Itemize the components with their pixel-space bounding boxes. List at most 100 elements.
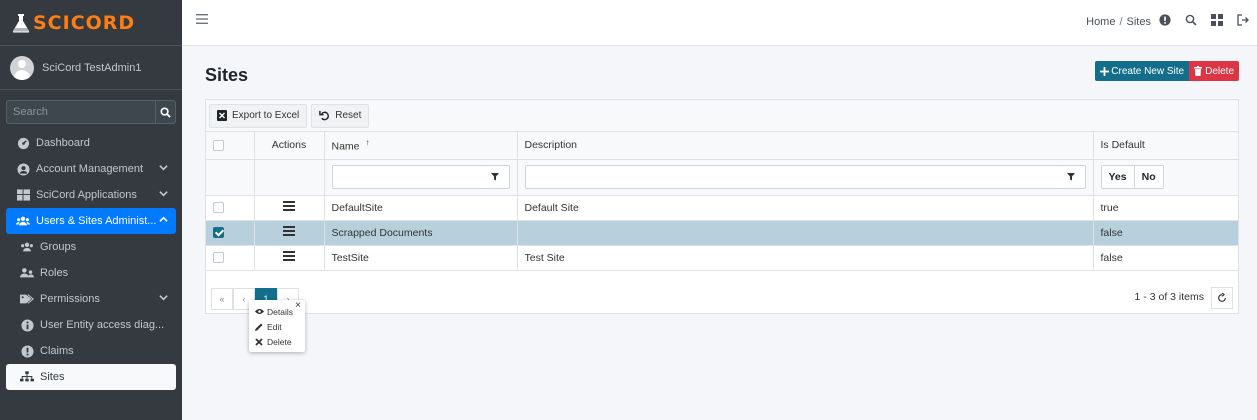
pager: « ‹ 1 › 1 - 3 of 3 items: [206, 283, 1238, 313]
column-header-name[interactable]: Name ↑: [324, 132, 518, 160]
sites-grid: Export to Excel Reset Actions Name ↑ Des…: [205, 99, 1239, 352]
table-row[interactable]: Scrapped Documents false: [206, 220, 1238, 246]
hamburger-icon[interactable]: [196, 14, 208, 24]
delete-label: Delete: [1205, 65, 1234, 77]
user-panel[interactable]: SciCord TestAdmin1: [0, 46, 182, 90]
search-button[interactable]: [155, 100, 176, 124]
cell-is-default: true: [1093, 195, 1238, 221]
close-icon[interactable]: ×: [295, 300, 301, 311]
table-row[interactable]: DefaultSite Default Site true: [206, 195, 1238, 221]
sidebar-item-label: User Entity access diag...: [40, 319, 165, 331]
sidebar-item-scicord-applications[interactable]: SciCord Applications: [6, 182, 176, 208]
top-icons: [1159, 14, 1249, 26]
tag-icon: [20, 292, 34, 306]
account-icon: [16, 162, 30, 176]
filter-cell-name: [324, 159, 518, 196]
description-filter-input[interactable]: [524, 165, 1059, 189]
delete-button[interactable]: Delete: [1189, 61, 1239, 81]
sidebar-item-groups[interactable]: Groups: [6, 234, 176, 260]
row-actions-cell: [254, 195, 325, 221]
column-header-description[interactable]: Description: [517, 132, 1094, 160]
row-checkbox[interactable]: [213, 227, 224, 239]
breadcrumb: Home / Sites: [1086, 16, 1151, 28]
cell-name: DefaultSite: [324, 195, 518, 221]
cell-is-default: false: [1093, 245, 1238, 271]
refresh-button[interactable]: [1211, 287, 1233, 309]
row-actions-cell: [254, 220, 325, 246]
row-actions-cell: [254, 245, 325, 271]
filter-row: Yes No: [206, 159, 1238, 196]
plus-icon: [1100, 66, 1110, 76]
sidebar-item-label: Users & Sites Administ...: [36, 215, 157, 227]
sidebar-item-permissions[interactable]: Permissions: [6, 286, 176, 312]
sidebar-item-users-sites-administration[interactable]: Users & Sites Administ...: [6, 208, 176, 234]
sidebar-item-label: Roles: [40, 267, 69, 279]
select-all-checkbox[interactable]: [213, 139, 224, 151]
name-filter-button[interactable]: [481, 165, 510, 189]
first-page-button[interactable]: «: [211, 288, 233, 310]
column-label: Is Default: [1100, 139, 1145, 152]
context-menu-edit[interactable]: Edit: [255, 319, 305, 334]
filter-icon: [491, 173, 499, 181]
menu-icon[interactable]: [283, 199, 295, 213]
reset-button[interactable]: Reset: [311, 103, 370, 128]
context-menu-delete[interactable]: Delete: [255, 334, 305, 349]
context-menu-label: Edit: [267, 321, 282, 332]
row-select-cell: [206, 195, 255, 221]
filter-cell-empty: [206, 159, 255, 196]
sidebar-item-sites[interactable]: Sites: [6, 364, 176, 390]
description-filter-button[interactable]: [1057, 165, 1086, 189]
dashboard-icon: [16, 136, 30, 150]
row-checkbox[interactable]: [213, 252, 224, 264]
sort-ascending-icon: ↑: [365, 138, 370, 147]
search-icon[interactable]: [1185, 14, 1197, 26]
export-label: Export to Excel: [232, 110, 300, 121]
sites-table: Actions Name ↑ Description Is Default Ye…: [206, 132, 1238, 271]
sidebar-item-label: Account Management: [36, 163, 144, 175]
sidebar-item-account-management[interactable]: Account Management: [6, 156, 176, 182]
breadcrumb-home[interactable]: Home: [1086, 16, 1115, 28]
eye-icon: [255, 308, 264, 315]
breadcrumb-separator: /: [1119, 16, 1123, 28]
sidebar: SCICORD SciCord TestAdmin1 Dashboard Acc…: [0, 0, 182, 420]
sidebar-item-claims[interactable]: Claims: [6, 338, 176, 364]
page-title: Sites: [205, 65, 249, 85]
brand[interactable]: SCICORD: [0, 0, 182, 46]
groups-icon: [20, 240, 34, 254]
cell-description: Default Site: [517, 195, 1094, 221]
filter-yes-button[interactable]: Yes: [1101, 166, 1135, 188]
sidebar-item-user-entity-access[interactable]: User Entity access diag...: [6, 312, 176, 338]
sidebar-item-roles[interactable]: Roles: [6, 260, 176, 286]
menu-icon[interactable]: [283, 249, 295, 263]
pencil-icon: [255, 323, 264, 331]
context-menu-label: Delete: [267, 336, 292, 347]
export-excel-button[interactable]: Export to Excel: [209, 103, 308, 128]
create-new-site-button[interactable]: Create New Site: [1095, 61, 1190, 81]
name-filter-input[interactable]: [331, 165, 483, 189]
user-name[interactable]: SciCord TestAdmin1: [42, 62, 141, 74]
refresh-icon: [1218, 293, 1226, 302]
search-input[interactable]: [6, 100, 155, 124]
pager-info: 1 - 3 of 3 items: [1134, 291, 1204, 303]
main-content: Sites Create New Site Delete Export to E…: [182, 46, 1257, 420]
sidebar-item-label: Claims: [40, 345, 74, 357]
row-select-cell: [206, 220, 255, 246]
logout-icon[interactable]: [1237, 14, 1249, 26]
sidebar-item-label: Permissions: [40, 293, 100, 305]
filter-cell-empty: [254, 159, 325, 196]
info-icon[interactable]: [1159, 14, 1171, 26]
filter-cell-description: [517, 159, 1094, 196]
column-header-is-default[interactable]: Is Default: [1093, 132, 1238, 160]
cell-is-default: false: [1093, 220, 1238, 246]
table-row[interactable]: TestSite Test Site false: [206, 245, 1238, 271]
menu-icon[interactable]: [283, 224, 295, 238]
avatar: [10, 55, 34, 80]
breadcrumb-current: Sites: [1126, 16, 1151, 28]
excel-icon: [217, 110, 227, 121]
row-checkbox[interactable]: [213, 202, 224, 214]
roles-icon: [20, 266, 34, 280]
grid-icon[interactable]: [1211, 14, 1223, 26]
filter-no-button[interactable]: No: [1134, 166, 1163, 188]
sidebar-item-dashboard[interactable]: Dashboard: [6, 130, 176, 156]
column-label: Actions: [271, 139, 307, 152]
